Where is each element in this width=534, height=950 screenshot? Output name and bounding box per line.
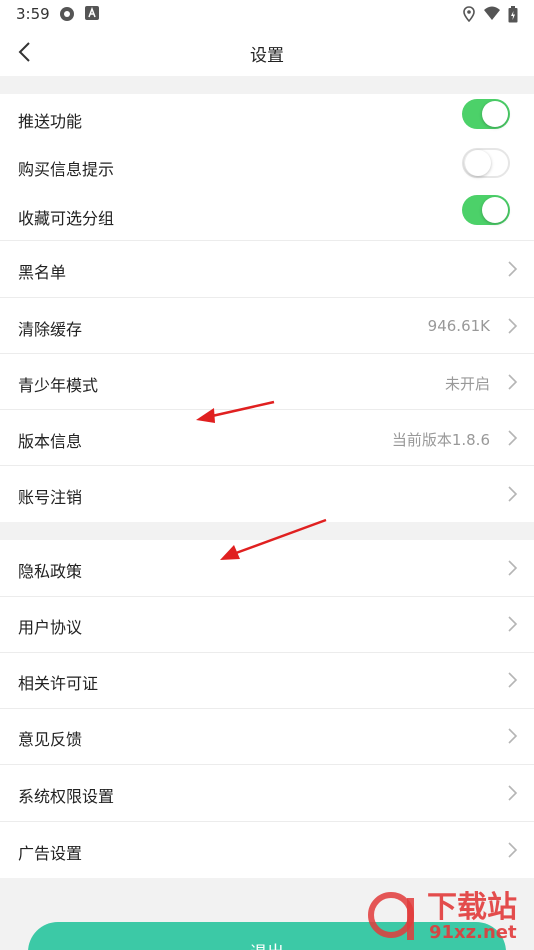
settings-item-label: 隐私政策 — [18, 562, 83, 581]
settings-item-user-agreement[interactable]: 用户协议 — [0, 597, 534, 653]
page-title: 设置 — [250, 46, 284, 66]
battery-icon — [508, 6, 518, 23]
chevron-right-icon — [508, 318, 518, 334]
settings-item-label: 青少年模式 — [18, 376, 99, 395]
toggle-label: 推送功能 — [18, 112, 83, 131]
settings-item-label: 用户协议 — [18, 618, 83, 637]
chevron-right-icon — [508, 430, 518, 446]
teen-mode-status: 未开启 — [444, 375, 490, 393]
toggle-knob — [482, 101, 508, 127]
purchase-info-toggle[interactable] — [462, 148, 510, 178]
settings-item-label: 清除缓存 — [18, 320, 83, 339]
settings-item-label: 黑名单 — [18, 263, 67, 282]
favorites-group-toggle[interactable] — [462, 195, 510, 225]
toggle-knob — [465, 150, 491, 176]
push-toggle[interactable] — [462, 99, 510, 129]
toggle-row-favorites-group: 收藏可选分组 — [0, 191, 534, 240]
settings-item-ad-settings[interactable]: 广告设置 — [0, 822, 534, 878]
status-bar: 3:59 — [0, 0, 534, 28]
status-time: 3:59 — [16, 5, 50, 23]
chevron-right-icon — [508, 842, 518, 858]
settings-item-account-deletion[interactable]: 账号注销 — [0, 466, 534, 522]
toggle-row-purchase-info: 购买信息提示 — [0, 142, 534, 191]
watermark-brand: 下载站 — [427, 890, 517, 925]
cache-size-value: 946.61K — [427, 317, 490, 335]
toggle-row-push: 推送功能 — [0, 94, 534, 142]
app-notification-icon — [60, 7, 74, 21]
chevron-right-icon — [508, 560, 518, 576]
chevron-right-icon — [508, 374, 518, 390]
settings-item-blacklist[interactable]: 黑名单 — [0, 241, 534, 297]
toggle-knob — [482, 197, 508, 223]
toggle-label: 收藏可选分组 — [18, 209, 115, 228]
info-group: 隐私政策 用户协议 相关许可证 意见反馈 系统权限设置 广告设置 — [0, 540, 534, 878]
chevron-right-icon — [508, 261, 518, 277]
watermark-logo: 下载站 91xz.net — [359, 880, 534, 950]
version-value: 当前版本1.8.6 — [391, 431, 490, 449]
settings-item-label: 系统权限设置 — [18, 787, 115, 806]
watermark-domain: 91xz.net — [429, 922, 517, 943]
chevron-right-icon — [508, 486, 518, 502]
toggle-label: 购买信息提示 — [18, 160, 115, 179]
settings-item-label: 相关许可证 — [18, 674, 99, 693]
chevron-right-icon — [508, 728, 518, 744]
location-icon — [463, 6, 475, 22]
settings-item-system-permissions[interactable]: 系统权限设置 — [0, 765, 534, 821]
chevron-right-icon — [508, 785, 518, 801]
settings-item-label: 版本信息 — [18, 432, 83, 451]
header: 设置 — [0, 28, 534, 76]
settings-group: 推送功能 购买信息提示 收藏可选分组 黑名单 清除缓存 946.61K 青少年模… — [0, 94, 534, 522]
chevron-right-icon — [508, 616, 518, 632]
settings-item-label: 账号注销 — [18, 488, 83, 507]
chevron-right-icon — [508, 672, 518, 688]
settings-item-feedback[interactable]: 意见反馈 — [0, 709, 534, 765]
settings-item-clear-cache[interactable]: 清除缓存 946.61K — [0, 298, 534, 354]
settings-item-licenses[interactable]: 相关许可证 — [0, 653, 534, 709]
settings-item-label: 广告设置 — [18, 844, 83, 863]
settings-item-version-info[interactable]: 版本信息 当前版本1.8.6 — [0, 410, 534, 466]
wifi-icon — [484, 6, 500, 20]
a-notification-icon — [85, 6, 99, 20]
settings-item-label: 意见反馈 — [18, 730, 83, 749]
settings-item-privacy-policy[interactable]: 隐私政策 — [0, 540, 534, 596]
settings-item-teen-mode[interactable]: 青少年模式 未开启 — [0, 354, 534, 410]
